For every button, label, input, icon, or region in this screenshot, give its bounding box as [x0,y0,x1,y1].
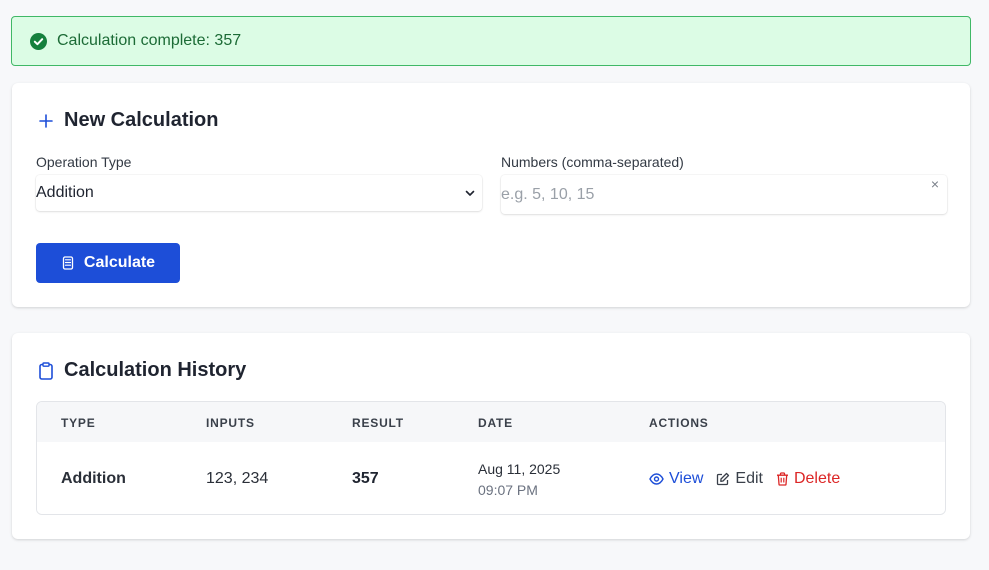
row-actions: View Edit Delete [649,470,853,488]
clipboard-icon [36,361,56,381]
delete-action[interactable]: Delete [776,470,840,488]
numbers-label: Numbers (comma-separated) [501,154,684,170]
table-row: Addition 123, 234 357 Aug 11, 2025 09:07… [37,442,945,514]
success-alert: Calculation complete: 357 [11,16,971,66]
numbers-input-wrapper: × [501,175,947,214]
new-calculation-heading: New Calculation [36,109,218,132]
view-action[interactable]: View [649,470,703,488]
edit-icon [717,472,730,486]
plus-icon [36,111,56,131]
trash-icon [776,472,788,486]
column-header-inputs: INPUTS [206,416,255,430]
operation-type-value: Addition [36,184,94,201]
calculator-app: Calculation complete: 357 New Calculatio… [0,0,989,570]
row-type: Addition [61,470,126,487]
column-header-date: DATE [478,416,513,430]
operation-type-label: Operation Type [36,154,132,170]
calculate-button[interactable]: Calculate [36,243,180,283]
column-header-result: RESULT [352,416,404,430]
new-calculation-title: New Calculation [64,109,219,131]
edit-action-label: Edit [735,470,763,487]
row-result: 357 [352,470,379,487]
history-heading: Calculation History [36,359,246,382]
view-action-label: View [669,470,704,487]
operation-type-select[interactable]: Addition [36,175,482,211]
row-inputs: 123, 234 [206,470,269,487]
history-table: TYPE INPUTS RESULT DATE ACTIONS Addition… [36,401,946,515]
calculation-history-card: Calculation History TYPE INPUTS RESULT D… [12,333,970,539]
calculate-button-label: Calculate [83,254,156,271]
edit-action[interactable]: Edit [716,470,763,488]
alert-message: Calculation complete: 357 [57,32,242,49]
delete-action-label: Delete [793,470,841,487]
column-header-type: TYPE [61,416,96,430]
calculator-icon [61,256,75,270]
numbers-input[interactable] [501,175,921,214]
new-calculation-card: New Calculation Operation Type Addition … [12,83,970,307]
row-date: Aug 11, 2025 [478,461,561,477]
chevron-down-icon [464,186,476,198]
clear-input-icon[interactable]: × [931,177,939,191]
row-time: 09:07 PM [478,482,538,498]
eye-icon [649,473,664,485]
table-header: TYPE INPUTS RESULT DATE ACTIONS [37,402,945,442]
history-title: Calculation History [64,359,247,381]
check-circle-icon [30,32,47,50]
column-header-actions: ACTIONS [649,416,709,430]
